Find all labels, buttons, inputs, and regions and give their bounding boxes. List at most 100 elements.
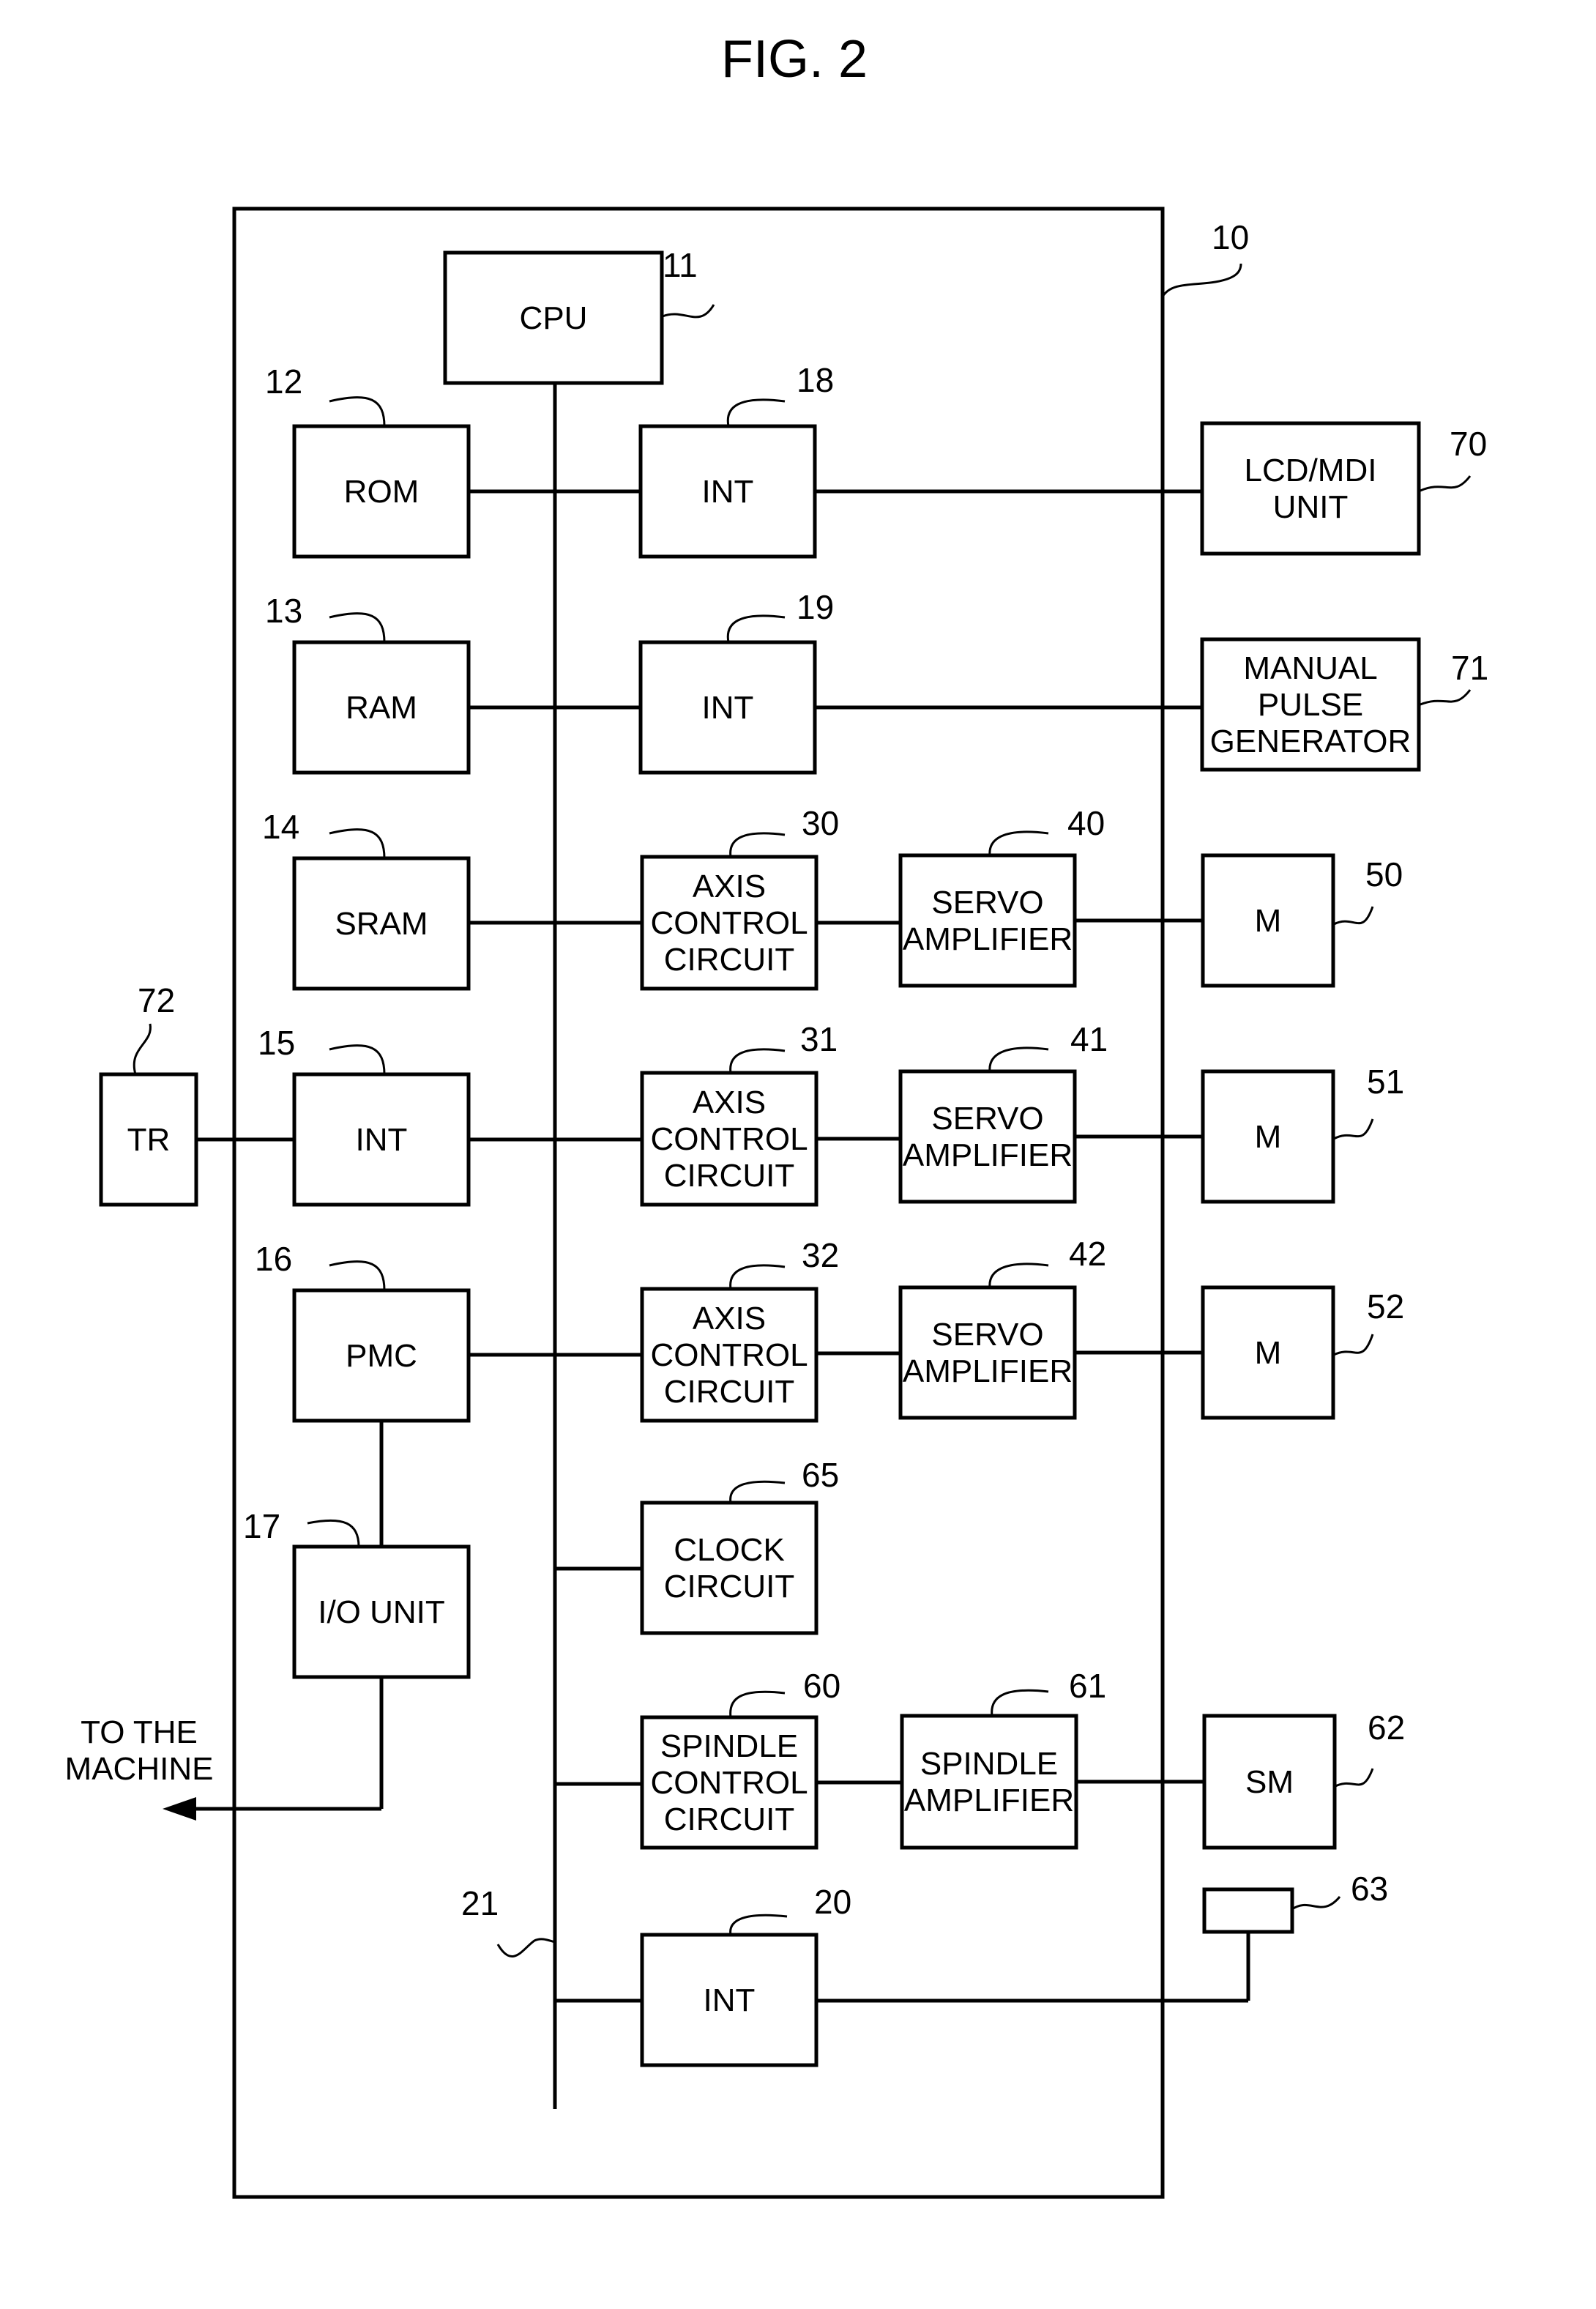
clock-label: CIRCUIT <box>664 1569 794 1605</box>
ref-numeral-72: 72 <box>138 981 175 1019</box>
block-axis30: AXISCONTROLCIRCUIT <box>640 855 818 991</box>
ref-numeral-32: 32 <box>802 1236 839 1274</box>
io-label: I/O UNIT <box>318 1594 445 1630</box>
ref-numeral-14: 14 <box>262 808 299 846</box>
ref-numeral-40: 40 <box>1067 804 1105 842</box>
axis32-label: CONTROL <box>650 1337 808 1373</box>
leader-line <box>1420 689 1472 706</box>
ref-numeral-18: 18 <box>797 361 834 399</box>
servo42-label: AMPLIFIER <box>903 1353 1073 1389</box>
leader-line <box>329 1044 386 1075</box>
block-mpg: MANUALPULSEGENERATOR <box>1200 637 1421 772</box>
axis30-label: AXIS <box>693 869 766 904</box>
leader-line <box>726 398 786 427</box>
leader-line <box>729 1914 788 1936</box>
spindle-amp-label: SPINDLE <box>920 1746 1058 1782</box>
leader-line <box>729 1480 786 1503</box>
block-tr: TR <box>99 1072 198 1207</box>
leader-line <box>496 1938 556 1957</box>
sram-label: SRAM <box>335 906 428 942</box>
block-servo41: SERVOAMPLIFIER <box>898 1069 1077 1204</box>
leader-line <box>1161 263 1242 297</box>
axis30-label: CONTROL <box>650 905 808 941</box>
leader-line <box>133 1023 152 1075</box>
leader-line <box>1420 475 1472 492</box>
ref-numeral-60: 60 <box>803 1667 840 1705</box>
clock-box <box>640 1501 818 1635</box>
rom-label: ROM <box>344 474 419 510</box>
m50-label: M <box>1255 903 1282 939</box>
leader-line <box>329 1260 386 1291</box>
m51-label: M <box>1255 1119 1282 1155</box>
block-clock: CLOCKCIRCUIT <box>640 1501 818 1635</box>
servo42-box <box>898 1285 1077 1420</box>
mpg-label: GENERATOR <box>1210 724 1412 759</box>
ref-numeral-15: 15 <box>258 1024 295 1062</box>
block-pmc: PMC <box>292 1288 471 1423</box>
leader-line <box>1333 1334 1374 1356</box>
ref-numeral-71: 71 <box>1451 649 1488 687</box>
tr-label: TR <box>127 1122 171 1158</box>
block-sm: SM <box>1202 1714 1337 1850</box>
ref-numeral-51: 51 <box>1367 1063 1404 1101</box>
spindle-amp-box <box>900 1714 1078 1850</box>
block-spindle-ctrl: SPINDLECONTROLCIRCUIT <box>640 1715 818 1850</box>
ref-numeral-30: 30 <box>802 804 839 842</box>
blocks: CPU ROM RAM SRAM INT PMC I/O UNIT INT INT INT AXIS… <box>99 250 1421 2067</box>
axis31-label: AXIS <box>693 1085 766 1120</box>
block-int18: INT <box>638 424 817 559</box>
axis31-label: CIRCUIT <box>664 1158 794 1194</box>
int15-label: INT <box>356 1122 408 1158</box>
ref-numeral-61: 61 <box>1069 1667 1106 1705</box>
int20-label: INT <box>704 1982 756 2018</box>
leader-line <box>1291 1896 1341 1911</box>
output-label-line-1: TO THE <box>81 1714 198 1750</box>
leader-line <box>1333 906 1374 926</box>
block-ram: RAM <box>292 640 471 775</box>
axis32-label: CIRCUIT <box>664 1374 794 1410</box>
spindle-ctrl-label: SPINDLE <box>660 1728 798 1764</box>
servo40-label: SERVO <box>931 885 1043 921</box>
ref-numeral-70: 70 <box>1450 425 1487 463</box>
leader-line <box>988 1263 1049 1288</box>
servo40-box <box>898 853 1077 988</box>
ref-numeral-63: 63 <box>1351 1870 1388 1908</box>
sensor-box <box>1202 1887 1294 1934</box>
block-axis32: AXISCONTROLCIRCUIT <box>640 1287 818 1423</box>
leader-line <box>988 830 1049 856</box>
servo41-box <box>898 1069 1077 1204</box>
lcd-box <box>1200 421 1421 556</box>
leader-line <box>662 304 715 319</box>
ref-numeral-20: 20 <box>814 1883 851 1921</box>
servo41-label: AMPLIFIER <box>903 1137 1073 1173</box>
ref-numeral-19: 19 <box>797 588 834 626</box>
axis32-label: AXIS <box>693 1301 766 1336</box>
block-cpu: CPU <box>443 250 664 385</box>
ref-numeral-41: 41 <box>1070 1020 1108 1058</box>
m52-label: M <box>1255 1335 1282 1371</box>
servo40-label: AMPLIFIER <box>903 921 1073 957</box>
block-io: I/O UNIT <box>292 1544 471 1679</box>
servo42-label: SERVO <box>931 1317 1043 1353</box>
cpu-label: CPU <box>520 300 588 336</box>
block-servo40: SERVOAMPLIFIER <box>898 853 1077 988</box>
axis30-label: CIRCUIT <box>664 942 794 978</box>
block-sram: SRAM <box>292 856 471 991</box>
leader-line <box>729 1690 786 1718</box>
ref-numeral-12: 12 <box>265 362 302 401</box>
mpg-label: PULSE <box>1258 687 1363 723</box>
numerical-controller-block-diagram: FIG. 2 CPU ROM RAM SRAM INT PMC I/O UNIT INT INT… <box>65 30 1488 2199</box>
block-int15: INT <box>292 1072 471 1207</box>
int19-label: INT <box>702 690 754 726</box>
leader-line <box>729 1264 786 1290</box>
leader-line <box>329 828 386 859</box>
block-axis31: AXISCONTROLCIRCUIT <box>640 1071 818 1207</box>
ref-numeral-52: 52 <box>1367 1287 1404 1325</box>
ref-numeral-21: 21 <box>461 1884 499 1922</box>
clock-label: CLOCK <box>674 1532 785 1568</box>
leader-line <box>329 396 386 427</box>
lcd-label: UNIT <box>1273 489 1349 525</box>
leader-line <box>726 614 786 643</box>
leader-line <box>1333 1118 1374 1140</box>
mpg-label: MANUAL <box>1243 650 1377 686</box>
